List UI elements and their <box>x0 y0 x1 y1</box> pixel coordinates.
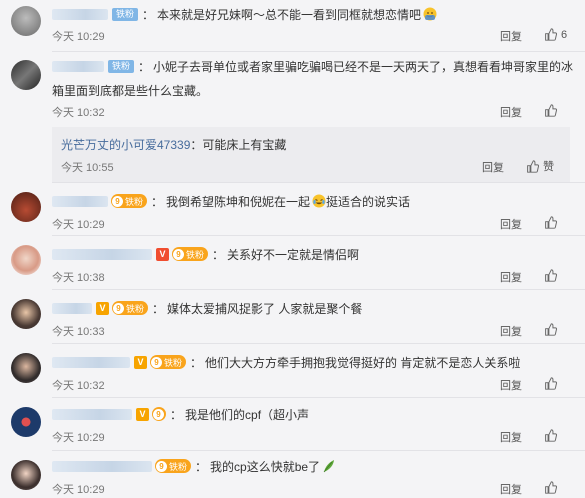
comment-text: 媒体太爱捕风捉影了 人家就是聚个餐 <box>167 301 363 316</box>
avatar[interactable] <box>11 60 41 90</box>
fan-badge: 9 铁粉 <box>172 247 209 261</box>
comment-time: 今天 10:29 <box>52 432 105 444</box>
fan-badge: 铁粉 <box>108 59 135 73</box>
reply-button[interactable]: 回复 <box>500 216 522 232</box>
username[interactable] <box>52 248 152 260</box>
username[interactable] <box>52 8 108 20</box>
like-button[interactable] <box>544 269 561 282</box>
avatar[interactable] <box>11 407 41 437</box>
comment-text-continued: 箱里面到底都是些什么宝藏。 <box>52 84 209 98</box>
comment-item: V 9 ： 我是他们的cpf（超小声 今天 10:29 回复 <box>0 398 585 451</box>
comment-time: 今天 10:32 <box>52 107 105 119</box>
fan-badge: 9 铁粉 <box>150 355 187 369</box>
comment-header: V 9 铁粉 ： 关系好不一定就是情侣啊 <box>52 244 359 264</box>
comment-item: V 9 铁粉 ： 关系好不一定就是情侣啊 今天 10:38 回复 <box>0 236 585 290</box>
thumbs-up-icon <box>545 323 557 336</box>
sub-reply-like-label: 赞 <box>543 161 554 173</box>
comment-text: 我倒希望陈坤和倪妮在一起 <box>166 194 311 209</box>
vip-badge: V <box>134 355 147 369</box>
avatar[interactable] <box>11 353 41 383</box>
thumbs-up-icon <box>545 481 557 494</box>
comment-text: 他们大大方方牵手拥抱我觉得挺好的 肯定就不是恋人关系啦 <box>205 355 521 370</box>
fan-badge: 铁粉 <box>112 7 139 21</box>
thumbs-up-icon <box>545 104 557 117</box>
comment-item: 铁粉 ： 本来就是好兄妹啊～总不能一看到同框就想恋情吧 今天 10:29 回复 … <box>0 0 585 52</box>
smile-emoji-icon <box>423 7 437 21</box>
sub-reply-text: 可能床上有宝藏 <box>202 138 287 152</box>
leaf-emoji-icon <box>322 459 336 473</box>
sub-reply-time: 今天 10:55 <box>61 162 114 174</box>
comment-time: 今天 10:29 <box>52 484 105 496</box>
comment-header: 铁粉 ： 本来就是好兄妹啊～总不能一看到同框就想恋情吧 <box>52 4 437 24</box>
comment-header: 9 铁粉 ： 我倒希望陈坤和倪妮在一起 挺适合的说实话 <box>52 191 410 211</box>
username[interactable] <box>52 408 132 420</box>
like-button[interactable] <box>544 429 561 442</box>
thumbs-up-icon <box>545 429 557 442</box>
fan-badge: 9 铁粉 <box>112 301 149 315</box>
reply-button[interactable]: 回复 <box>500 377 522 393</box>
comment-text: 我的cp这么快就be了 <box>210 459 321 474</box>
thumbs-up-icon <box>545 28 557 41</box>
reply-button[interactable]: 回复 <box>500 481 522 497</box>
vip-badge: V <box>156 247 169 261</box>
comment-time: 今天 10:33 <box>52 326 105 338</box>
comment-text: 我是他们的cpf（超小声 <box>185 407 310 422</box>
username[interactable] <box>52 302 92 314</box>
sub-reply-reply-button[interactable]: 回复 <box>482 159 504 175</box>
username[interactable] <box>52 60 104 72</box>
comment-time: 今天 10:29 <box>52 219 105 231</box>
like-button[interactable] <box>544 323 561 336</box>
avatar[interactable] <box>11 460 41 490</box>
comment-header: 铁粉 ： 小妮子去哥单位或者家里骗吃骗喝已经不是一天两天了，真想看看坤哥家里的冰 <box>52 56 573 76</box>
comment-item: V 9 铁粉 ： 媒体太爱捕风捉影了 人家就是聚个餐 今天 10:33 回复 <box>0 290 585 344</box>
vip-badge: V <box>136 407 149 421</box>
comment-header: V 9 铁粉 ： 他们大大方方牵手拥抱我觉得挺好的 肯定就不是恋人关系啦 <box>52 352 520 372</box>
comment-time: 今天 10:32 <box>52 380 105 392</box>
username[interactable] <box>52 460 152 472</box>
reply-button[interactable]: 回复 <box>500 323 522 339</box>
avatar[interactable] <box>11 6 41 36</box>
sub-reply-author[interactable]: 光芒万丈的小可爱47339 <box>61 138 190 152</box>
comment-item: 9 铁粉 ： 我的cp这么快就be了 今天 10:29 回复 <box>0 451 585 498</box>
comment-header: V 9 铁粉 ： 媒体太爱捕风捉影了 人家就是聚个餐 <box>52 298 362 318</box>
like-button[interactable] <box>544 481 561 494</box>
comment-time: 今天 10:38 <box>52 272 105 284</box>
thumbs-up-icon <box>545 269 557 282</box>
comment-time: 今天 10:29 <box>52 31 105 43</box>
like-button[interactable]: 6 <box>544 28 567 41</box>
like-button[interactable] <box>544 104 561 117</box>
comment-header: 9 铁粉 ： 我的cp这么快就be了 <box>52 456 336 476</box>
reply-button[interactable]: 回复 <box>500 104 522 120</box>
username[interactable] <box>52 195 108 207</box>
comment-text-after: 挺适合的说实话 <box>326 194 411 209</box>
thumbs-up-icon <box>527 159 539 173</box>
avatar[interactable] <box>11 192 41 222</box>
comment-text: 本来就是好兄妹啊～总不能一看到同框就想恋情吧 <box>157 7 422 22</box>
sub-reply: 光芒万丈的小可爱47339：可能床上有宝藏 今天 10:55 回复 赞 <box>52 127 570 182</box>
comment-item: V 9 铁粉 ： 他们大大方方牵手拥抱我觉得挺好的 肯定就不是恋人关系啦 今天 1… <box>0 344 585 398</box>
reply-button[interactable]: 回复 <box>500 28 522 44</box>
like-button[interactable] <box>544 216 561 229</box>
laugh-cry-emoji-icon <box>312 194 326 208</box>
fan-badge: 9 <box>152 407 166 421</box>
sub-reply-like-button[interactable]: 赞 <box>526 158 554 174</box>
username[interactable] <box>52 356 130 368</box>
comment-item: 9 铁粉 ： 我倒希望陈坤和倪妮在一起 挺适合的说实话 今天 10:29 回复 <box>0 183 585 236</box>
like-button[interactable] <box>544 377 561 390</box>
reply-button[interactable]: 回复 <box>500 429 522 445</box>
comment-header: V 9 ： 我是他们的cpf（超小声 <box>52 404 309 424</box>
reply-button[interactable]: 回复 <box>500 269 522 285</box>
avatar[interactable] <box>11 245 41 275</box>
vip-badge: V <box>96 301 109 315</box>
avatar[interactable] <box>11 299 41 329</box>
fan-badge: 9 铁粉 <box>155 459 192 473</box>
thumbs-up-icon <box>545 216 557 229</box>
thumbs-up-icon <box>545 377 557 390</box>
like-count: 6 <box>561 28 568 41</box>
comment-text: 关系好不一定就是情侣啊 <box>227 247 360 262</box>
fan-badge: 9 铁粉 <box>111 194 148 208</box>
comment-text: 小妮子去哥单位或者家里骗吃骗喝已经不是一天两天了，真想看看坤哥家里的冰 <box>153 59 574 74</box>
